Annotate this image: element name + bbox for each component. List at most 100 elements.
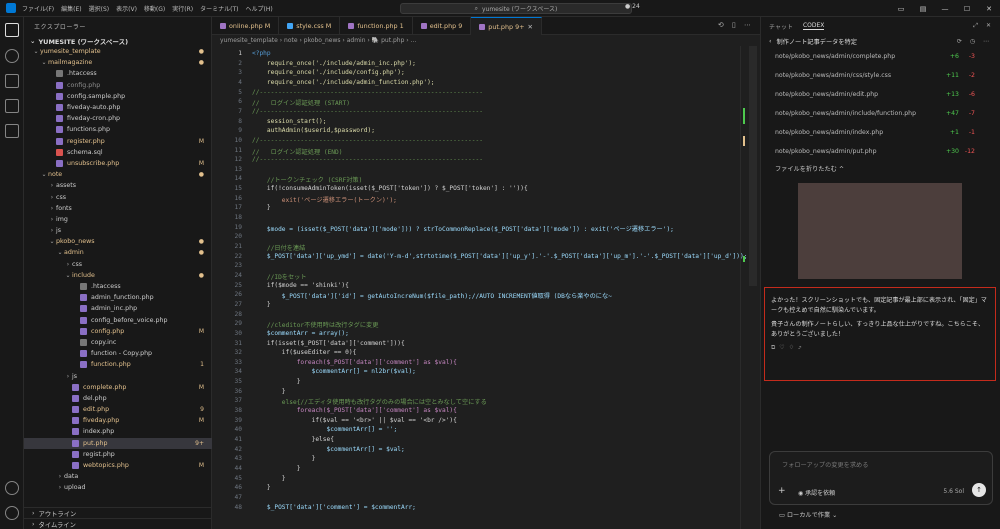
timeline-panel[interactable]: › タイムライン (24, 518, 212, 529)
maximize-icon[interactable]: ☐ (956, 0, 978, 17)
code-editor[interactable]: 1 <?php 2 require_once('./include/admin_in… (212, 46, 760, 529)
close-icon[interactable]: ✕ (978, 0, 1000, 17)
add-context-icon[interactable]: + (778, 486, 786, 496)
tab-chat[interactable]: チャット (769, 22, 793, 31)
editor-actions[interactable]: ⟲ ▯ ⋯ (718, 21, 754, 29)
file-item[interactable]: config_before_voice.php (24, 315, 212, 326)
changed-file-row[interactable]: note/pkobo_news/admin/css/style.css +11 -2 (769, 66, 991, 85)
folder-item[interactable]: ⌄ mailmagazine ● (24, 57, 212, 68)
file-item[interactable]: config.php M (24, 326, 212, 337)
changed-file-row[interactable]: note/pkobo_news/admin/index.php +1 -1 (769, 123, 991, 142)
command-center-search[interactable]: ⌕ yumesite (ワークスペース) (400, 3, 632, 14)
menu-item[interactable]: ターミナル(T) (200, 4, 238, 13)
file-item[interactable]: webtopics.php M (24, 460, 212, 471)
file-item[interactable]: config.sample.php (24, 91, 212, 102)
file-item[interactable]: admin_function.php (24, 292, 212, 303)
editor-tab[interactable]: edit.php 9 (413, 17, 472, 35)
run-debug-icon[interactable] (5, 99, 19, 113)
source-control-icon[interactable] (5, 74, 19, 88)
chat-input[interactable]: フォローアップの変更を求める (782, 460, 868, 469)
folder-item[interactable]: › css (24, 191, 212, 202)
minimap[interactable] (740, 46, 758, 529)
file-item[interactable]: fiveday-cron.php (24, 113, 212, 124)
file-item[interactable]: regist.php (24, 449, 212, 460)
explorer-title: エクスプローラー (34, 23, 86, 31)
changed-file-row[interactable]: note/pkobo_news/admin/edit.php +13 -6 (769, 85, 991, 104)
file-item[interactable]: del.php (24, 393, 212, 404)
file-item[interactable]: function.php 1 (24, 359, 212, 370)
menu-item[interactable]: 実行(R) (172, 4, 193, 13)
task-header[interactable]: ‹ 制作ノート記事データを特定 ⟳ ◷ ⋯ (761, 35, 1000, 47)
file-item[interactable]: complete.php M (24, 382, 212, 393)
file-item[interactable]: admin_inc.php (24, 303, 212, 314)
menu-item[interactable]: 移動(G) (144, 4, 165, 13)
folder-item[interactable]: ⌄ include ● (24, 270, 212, 281)
file-icon (72, 417, 79, 425)
folder-item[interactable]: › js (24, 370, 212, 381)
message-actions[interactable]: ⧉♡♢⤴ (771, 344, 989, 352)
line-number: 38 (234, 407, 242, 415)
extensions-icon[interactable] (5, 124, 19, 138)
editor-tab[interactable]: online.php M (212, 17, 280, 35)
menu-item[interactable]: 編集(E) (61, 4, 81, 13)
folder-item[interactable]: › fonts (24, 203, 212, 214)
approval-mode-button[interactable]: ◉ 承認を依頼 (798, 488, 835, 497)
file-item[interactable]: fiveday.php M (24, 415, 212, 426)
file-item[interactable]: put.php 9+ (24, 437, 212, 449)
workspace-root[interactable]: ⌄ YUMESITE (ワークスペース) (24, 35, 211, 46)
menu-item[interactable]: 表示(V) (116, 4, 137, 13)
gear-icon[interactable] (5, 506, 19, 520)
tab-codex[interactable]: CODEX (802, 22, 825, 30)
folder-item[interactable]: › assets (24, 180, 212, 191)
model-selector[interactable]: 5.6 Sol (943, 488, 964, 495)
changed-file-row[interactable]: note/pkobo_news/admin/include/function.p… (769, 104, 991, 123)
folder-item[interactable]: ⌄ note ● (24, 169, 212, 180)
file-item[interactable]: .htaccess (24, 68, 212, 79)
layout-icon[interactable]: ▭ (890, 0, 912, 17)
search-icon[interactable] (5, 49, 19, 63)
chat-panel-actions[interactable]: ⤢ ✕ (973, 22, 994, 30)
panel-icon[interactable]: ▤ (912, 0, 934, 17)
account-icon[interactable] (5, 481, 19, 495)
folder-item[interactable]: › img (24, 214, 212, 225)
collapse-files-button[interactable]: ファイルを折りたたむ ^ (761, 161, 1000, 175)
file-item[interactable]: edit.php 9 (24, 404, 212, 415)
work-location-selector[interactable]: ▭ ローカルで作業 ⌄ (779, 510, 837, 519)
file-item[interactable]: config.php (24, 80, 212, 91)
folder-item[interactable]: › upload (24, 482, 212, 493)
file-item[interactable]: function - Copy.php (24, 348, 212, 359)
file-item[interactable]: schema.sql (24, 147, 212, 158)
attached-screenshot-thumbnail[interactable] (798, 183, 962, 279)
explorer-icon[interactable] (5, 23, 19, 37)
editor-tab[interactable]: put.php 9+ ✕ (471, 17, 542, 35)
folder-item[interactable]: › data (24, 471, 212, 482)
folder-item[interactable]: › css (24, 259, 212, 270)
code-line: require_once('./include/config.php'); (252, 69, 405, 77)
send-button[interactable]: ↑ (972, 483, 986, 497)
menu-item[interactable]: ヘルプ(H) (245, 4, 272, 13)
file-item[interactable]: functions.php (24, 124, 212, 135)
changed-file-row[interactable]: note/pkobo_news/admin/put.php +30 -12 (769, 142, 991, 161)
folder-item[interactable]: ⌄ yumesite_template ● (24, 46, 212, 57)
file-item[interactable]: fiveday-auto.php (24, 102, 212, 113)
minimize-icon[interactable]: — (934, 0, 956, 17)
folder-item[interactable]: ⌄ pkobo_news ● (24, 236, 212, 247)
editor-tab[interactable]: function.php 1 (340, 17, 413, 35)
folder-item[interactable]: ⌄ admin ● (24, 247, 212, 258)
file-item[interactable]: index.php (24, 426, 212, 437)
menu-item[interactable]: ファイル(F) (22, 4, 54, 13)
task-actions[interactable]: ⟳ ◷ ⋯ (957, 38, 992, 45)
notification-count[interactable]: ● 24 (625, 3, 640, 10)
file-item[interactable]: .htaccess (24, 281, 212, 292)
breadcrumb[interactable]: yumesite_template › note › pkobo_news › … (212, 35, 760, 45)
editor-tab[interactable]: style.css M (279, 17, 341, 35)
file-item[interactable]: copy.inc (24, 337, 212, 348)
folder-item[interactable]: › js (24, 225, 212, 236)
changed-file-row[interactable]: note/pkobo_news/admin/complete.php +6 -3 (769, 47, 991, 66)
close-icon[interactable]: ✕ (528, 23, 533, 31)
menu-item[interactable]: 選択(S) (89, 4, 110, 13)
file-item[interactable]: unsubscribe.php M (24, 158, 212, 169)
file-item[interactable]: register.php M (24, 136, 212, 147)
outline-panel[interactable]: › アウトライン (24, 507, 212, 518)
git-status-badge: ● (198, 249, 204, 257)
